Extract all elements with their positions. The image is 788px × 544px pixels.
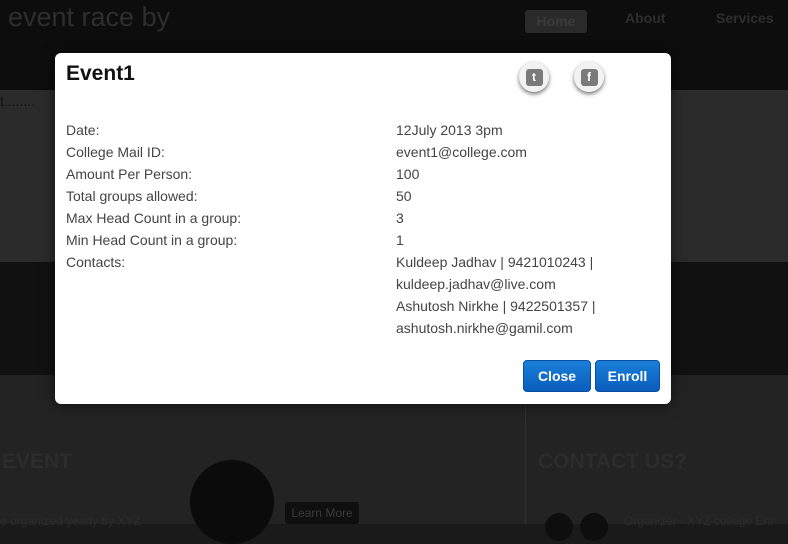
- contact-line: ashutosh.nirkhe@gamil.com: [396, 320, 573, 336]
- detail-row: Ashutosh Nirkhe | 9422501357 |: [66, 295, 656, 317]
- refresh-icon: [190, 460, 274, 544]
- detail-label-empty: [66, 317, 396, 339]
- section-divider: [525, 400, 526, 524]
- close-button[interactable]: Close: [523, 360, 591, 392]
- detail-label: Min Head Count in a group:: [66, 232, 238, 248]
- detail-label: Total groups allowed:: [66, 188, 198, 204]
- detail-label: Amount Per Person:: [66, 166, 193, 182]
- detail-value: Kuldeep Jadhav | 9421010243 |: [396, 254, 594, 270]
- detail-row: ashutosh.nirkhe@gamil.com: [66, 317, 656, 339]
- detail-value: 100: [396, 166, 420, 182]
- twitter-share-button[interactable]: t: [519, 62, 549, 92]
- site-logo: event race by: [8, 2, 171, 32]
- detail-label: Max Head Count in a group:: [66, 210, 242, 226]
- detail-row: Min Head Count in a group: 1: [66, 229, 656, 251]
- detail-row: Max Head Count in a group: 3: [66, 207, 656, 229]
- detail-row: Total groups allowed: 50: [66, 185, 656, 207]
- twitter-icon: t: [525, 68, 543, 86]
- detail-row: Date: 12July 2013 3pm: [66, 119, 656, 141]
- contact-heading: CONTACT US?: [538, 450, 687, 473]
- detail-value: 3: [396, 210, 404, 226]
- nav-home[interactable]: Home: [525, 10, 587, 33]
- learn-more-button[interactable]: Learn More: [285, 502, 359, 524]
- modal-title: Event1: [66, 62, 135, 85]
- contact-text: Organizer - XYZ college Enr: [624, 514, 775, 528]
- event-heading: EVENT: [2, 450, 73, 473]
- detail-row: Amount Per Person: 100: [66, 163, 656, 185]
- detail-row: College Mail ID: event1@college.com: [66, 141, 656, 163]
- detail-label-empty: [66, 273, 396, 295]
- nav-about[interactable]: About: [625, 10, 665, 26]
- contact-line: Ashutosh Nirkhe | 9422501357 |: [396, 298, 596, 314]
- detail-value: 50: [396, 188, 412, 204]
- facebook-share-button[interactable]: f: [574, 62, 604, 92]
- enroll-button[interactable]: Enroll: [595, 360, 660, 392]
- detail-label: Date:: [66, 122, 100, 138]
- facebook-icon: f: [580, 68, 598, 86]
- hero-text: t........: [0, 93, 36, 109]
- nav-services[interactable]: Services: [716, 10, 774, 26]
- detail-value: 1: [396, 232, 404, 248]
- avatar: [545, 513, 573, 541]
- detail-row: kuldeep.jadhav@live.com: [66, 273, 656, 295]
- detail-label: Contacts:: [66, 254, 126, 270]
- detail-label: College Mail ID:: [66, 144, 165, 160]
- detail-row: Contacts: Kuldeep Jadhav | 9421010243 |: [66, 251, 656, 273]
- event-text: e organized yearly by XYZ: [0, 514, 141, 528]
- avatar: [580, 513, 608, 541]
- event-modal: Event1 t f Date: 12July 2013 3pm College…: [55, 53, 671, 404]
- contact-line: kuldeep.jadhav@live.com: [396, 276, 556, 292]
- event-details: Date: 12July 2013 3pm College Mail ID: e…: [66, 119, 656, 339]
- detail-value: 12July 2013 3pm: [396, 122, 503, 138]
- detail-label-empty: [66, 295, 396, 317]
- detail-value: event1@college.com: [396, 144, 527, 160]
